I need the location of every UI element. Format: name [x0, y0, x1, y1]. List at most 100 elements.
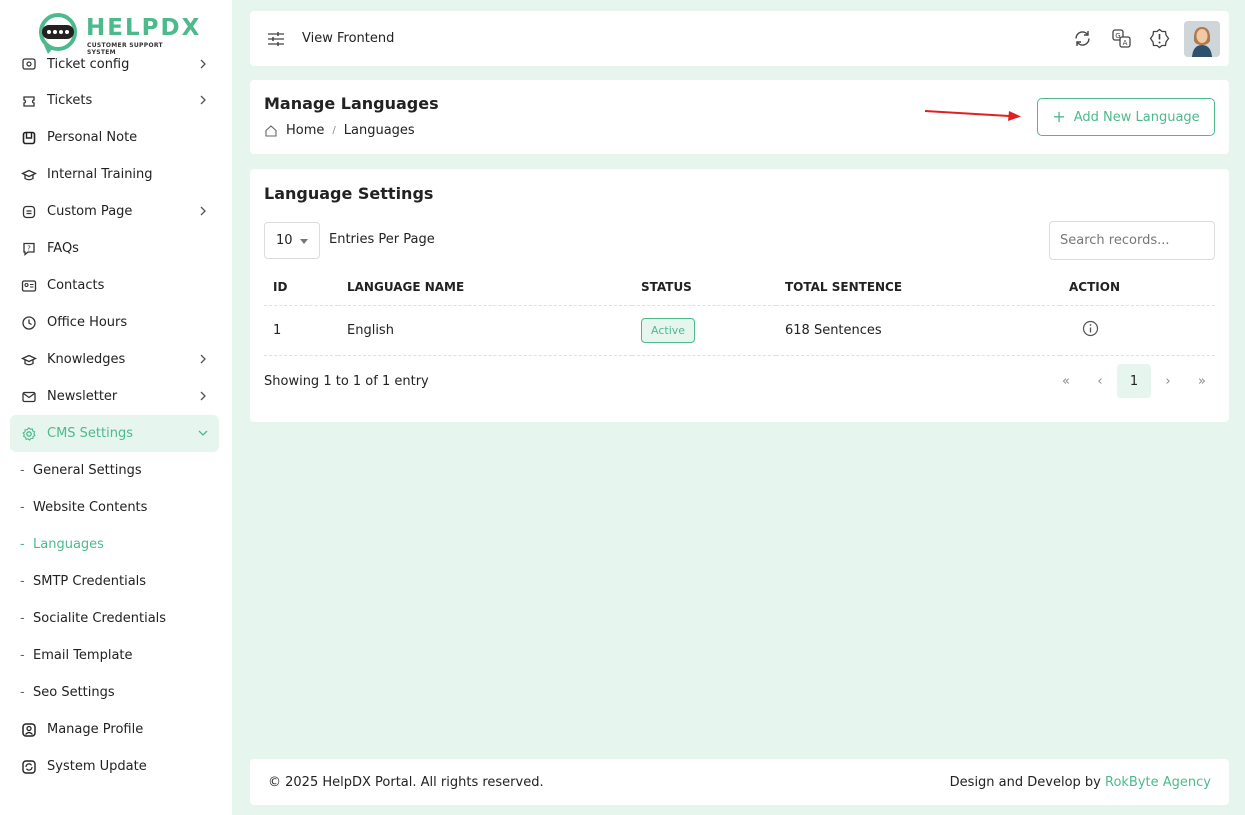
footer: © 2025 HelpDX Portal. All rights reserve…: [250, 759, 1229, 805]
graduation-cap-icon: [20, 166, 37, 183]
sidebar-subitem-label: Website Contents: [33, 500, 148, 515]
annotation-arrow: [924, 110, 1021, 121]
breadcrumb-home[interactable]: Home: [286, 123, 324, 138]
gear-icon: [20, 425, 37, 442]
sidebar-item-label: CMS Settings: [47, 426, 133, 441]
sidebar-subitem-label: SMTP Credentials: [33, 574, 147, 589]
sidebar-item-personal-note[interactable]: Personal Note: [10, 119, 219, 156]
pagination-first[interactable]: «: [1049, 364, 1083, 398]
sidebar-item-label: Knowledges: [47, 352, 126, 367]
sidebar-subitem-label: Socialite Credentials: [33, 611, 167, 626]
sidebar-subitem-label: Seo Settings: [33, 685, 115, 700]
sidebar-subitem-website-contents[interactable]: - Website Contents: [10, 489, 219, 526]
pagination: « ‹ 1 › »: [1049, 364, 1219, 398]
sidebar-subitem-languages[interactable]: - Languages: [10, 526, 219, 563]
sidebar-item-faqs[interactable]: ? FAQs: [10, 230, 219, 267]
sidebar-item-newsletter[interactable]: Newsletter: [10, 378, 219, 415]
entries-per-page-value: 10: [276, 233, 293, 248]
sidebar-subitem-general-settings[interactable]: - General Settings: [10, 452, 219, 489]
sidebar-item-ticket-config[interactable]: Ticket config: [10, 46, 219, 82]
svg-text:?: ?: [27, 244, 31, 252]
entries-per-page-select[interactable]: 10: [264, 222, 320, 259]
info-icon[interactable]: [1082, 320, 1099, 337]
chevron-right-icon: [200, 206, 206, 216]
sidebar-item-label: Custom Page: [47, 204, 133, 219]
add-new-language-button[interactable]: + Add New Language: [1037, 98, 1215, 136]
sidebar-item-office-hours[interactable]: Office Hours: [10, 304, 219, 341]
note-icon: [20, 129, 37, 146]
top-bar: View Frontend G A: [250, 11, 1229, 66]
cell-id: 1: [264, 305, 338, 356]
search-input[interactable]: [1049, 221, 1215, 260]
credit-text: Design and Develop by RokByte Agency: [950, 775, 1211, 790]
sidebar-item-tickets[interactable]: Tickets: [10, 82, 219, 119]
caret-down-icon: [300, 239, 308, 244]
chevron-down-icon: [198, 430, 208, 436]
dash-bullet: -: [20, 500, 25, 515]
credit-link[interactable]: RokByte Agency: [1105, 775, 1211, 790]
sidebar-item-knowledges[interactable]: Knowledges: [10, 341, 219, 378]
page-title: Manage Languages: [264, 94, 439, 113]
pagination-last[interactable]: »: [1185, 364, 1219, 398]
sidebar-subitem-label: General Settings: [33, 463, 142, 478]
sidebar-subitem-socialite-credentials[interactable]: - Socialite Credentials: [10, 600, 219, 637]
dash-bullet: -: [20, 611, 25, 626]
language-settings-card: Language Settings 10 Entries Per Page ID…: [250, 169, 1229, 422]
table-header-row: ID LANGUAGE NAME STATUS TOTAL SENTENCE A…: [264, 270, 1215, 306]
alert-badge-icon[interactable]: [1149, 28, 1170, 49]
breadcrumb-separator: /: [332, 125, 336, 136]
user-icon: [20, 721, 37, 738]
breadcrumb-current: Languages: [343, 123, 415, 138]
sidebar-item-system-update[interactable]: System Update: [10, 748, 219, 785]
sidebar-item-custom-page[interactable]: Custom Page: [10, 193, 219, 230]
sidebar-item-contacts[interactable]: Contacts: [10, 267, 219, 304]
user-avatar[interactable]: [1184, 21, 1220, 57]
sidebar-item-cms-settings[interactable]: CMS Settings: [10, 415, 219, 452]
refresh-icon[interactable]: [1072, 28, 1093, 49]
sidebar-item-label: Newsletter: [47, 389, 118, 404]
sidebar-subitem-email-template[interactable]: - Email Template: [10, 637, 219, 674]
sidebar-subitem-smtp-credentials[interactable]: - SMTP Credentials: [10, 563, 219, 600]
sidebar: HELPDX CUSTOMER SUPPORT SYSTEM Ticket co…: [0, 0, 232, 815]
page-header-card: Manage Languages Home / Languages + Add …: [250, 80, 1229, 154]
column-header-status: STATUS: [632, 270, 776, 306]
translate-icon[interactable]: G A: [1111, 28, 1132, 49]
sidebar-nav: Ticket config Tickets Personal Note Inte…: [10, 46, 219, 785]
column-header-id: ID: [264, 270, 338, 306]
home-icon[interactable]: [264, 124, 278, 138]
dash-bullet: -: [20, 574, 25, 589]
pagination-prev[interactable]: ‹: [1083, 364, 1117, 398]
sidebar-item-label: Contacts: [47, 278, 105, 293]
cell-action: [1060, 305, 1215, 356]
cell-language-name: English: [338, 305, 632, 356]
page-icon: [20, 203, 37, 220]
plus-icon: +: [1052, 107, 1066, 126]
showing-entries-text: Showing 1 to 1 of 1 entry: [264, 374, 429, 389]
ticket-config-icon: [20, 56, 37, 73]
sidebar-item-manage-profile[interactable]: Manage Profile: [10, 711, 219, 748]
sidebar-item-internal-training[interactable]: Internal Training: [10, 156, 219, 193]
sidebar-item-label: Internal Training: [47, 167, 153, 182]
sliders-menu-icon[interactable]: [267, 30, 285, 48]
ticket-icon: [20, 92, 37, 109]
avatar-image: [1184, 21, 1220, 57]
sidebar-subitem-seo-settings[interactable]: - Seo Settings: [10, 674, 219, 711]
svg-text:A: A: [1123, 39, 1128, 47]
cell-status: Active: [632, 305, 776, 356]
chevron-right-icon: [200, 95, 206, 105]
pagination-page-1[interactable]: 1: [1117, 364, 1151, 398]
sidebar-subitem-label: Languages: [33, 537, 104, 552]
status-badge: Active: [641, 317, 696, 343]
sidebar-item-label: FAQs: [47, 241, 79, 256]
sidebar-item-label: Personal Note: [47, 130, 138, 145]
table-row: 1 English Active 618 Sentences: [264, 305, 1215, 356]
chevron-right-icon: [200, 354, 206, 364]
add-new-language-label: Add New Language: [1073, 109, 1200, 125]
pagination-next[interactable]: ›: [1151, 364, 1185, 398]
card-title: Language Settings: [264, 184, 434, 203]
cell-total-sentence: 618 Sentences: [776, 305, 1060, 356]
credit-prefix: Design and Develop by: [949, 775, 1105, 790]
view-frontend-link[interactable]: View Frontend: [302, 31, 394, 46]
languages-table: ID LANGUAGE NAME STATUS TOTAL SENTENCE A…: [264, 270, 1215, 356]
breadcrumb: Home / Languages: [264, 123, 415, 138]
